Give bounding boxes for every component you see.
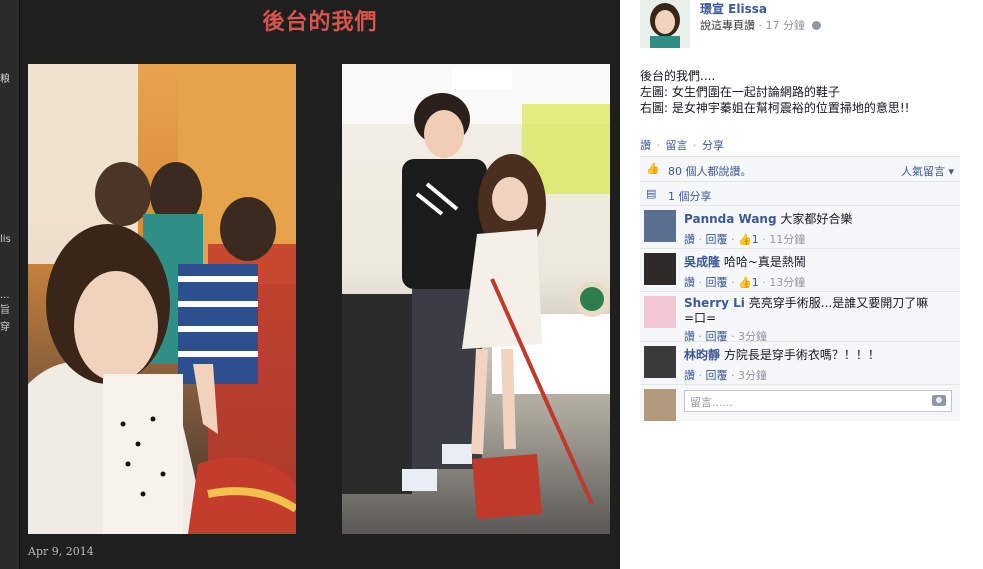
meta-separator: · <box>758 19 763 32</box>
shares-row[interactable]: ▤ 1 個分享 <box>640 182 960 206</box>
comment-text: 哈哈~真是熱鬧 <box>723 255 806 269</box>
globe-icon <box>811 21 821 30</box>
post-sidebar: 璟宣 Elissa 說這專頁讚 · 17 分鐘 後台的我們.... 左圖: 女生… <box>620 0 983 569</box>
comment-time[interactable]: 11分鐘 <box>769 233 805 246</box>
photo-stage[interactable]: 後台的我們 Apr 9, 2014 <box>20 0 620 569</box>
author-avatar[interactable] <box>640 0 690 48</box>
action-separator: · <box>656 139 661 152</box>
comment-like-count[interactable]: 1 <box>752 233 759 246</box>
comment-like-link[interactable]: 讚 <box>684 276 695 289</box>
post-actions: 讚 · 留言 · 分享 <box>640 137 724 153</box>
comment-sort-label: 人氣留言 <box>900 165 945 178</box>
action-separator: · <box>693 139 697 152</box>
meta-separator: · <box>731 233 735 246</box>
underlay-fragment: lis <box>0 234 11 245</box>
comment-reply-link[interactable]: 回覆 <box>706 369 728 382</box>
comment-reply-link[interactable]: 回覆 <box>706 233 728 246</box>
meta-separator: · <box>698 369 703 382</box>
photo-left-panel <box>28 64 296 534</box>
comment-like-count[interactable]: 1 <box>752 276 759 289</box>
meta-separator: · <box>731 369 735 382</box>
comment-item: 吳成隆 哈哈~真是熱鬧 讚 · 回覆 · 👍1 · 13分鐘 <box>640 249 960 292</box>
commenter-name[interactable]: 吳成隆 <box>684 255 720 269</box>
comment-text: 大家都好合樂 <box>780 212 853 226</box>
camera-icon[interactable] <box>932 395 946 406</box>
commenter-avatar[interactable] <box>644 346 676 378</box>
author-avatar-image <box>640 0 690 48</box>
comment-item: Sherry Li 亮亮穿手術服...是誰又要開刀了嘛 =口= 讚 · 回覆 ·… <box>640 292 960 343</box>
comment-action[interactable]: 留言 <box>666 139 688 152</box>
comment-time[interactable]: 13分鐘 <box>769 276 805 289</box>
background-page: 粮 lis ... 旨 穿 <box>0 0 20 569</box>
comment-composer: 留言...... <box>640 385 960 421</box>
backstage-photo-left <box>28 64 296 534</box>
comment-like-link[interactable]: 讚 <box>684 369 695 382</box>
photo-title: 後台的我們 <box>262 10 378 35</box>
comment-time[interactable]: 3分鐘 <box>738 369 767 382</box>
comment-reply-link[interactable]: 回覆 <box>706 276 728 289</box>
thumbs-up-icon: 👍 <box>738 233 752 246</box>
likes-count-link[interactable]: 80 個人都說讚。 <box>668 165 752 178</box>
viewer-avatar <box>644 389 676 421</box>
comment-text: 方院長是穿手術衣嗎？！！！ <box>723 348 880 362</box>
comment-like-link[interactable]: 讚 <box>684 233 695 246</box>
underlay-fragment: ... <box>0 290 10 301</box>
post-text-line: 後台的我們.... <box>640 69 716 83</box>
comment-meta: 讚 · 回覆 · 3分鐘 <box>684 367 960 383</box>
meta-separator: · <box>698 276 703 289</box>
comment-item: Pannda Wang 大家都好合樂 讚 · 回覆 · 👍1 · 11分鐘 <box>640 206 960 249</box>
author-name-link[interactable]: 璟宣 Elissa <box>700 0 767 17</box>
thumbs-up-icon: 👍 <box>738 276 752 289</box>
commenter-avatar[interactable] <box>644 210 676 242</box>
photo-date: Apr 9, 2014 <box>28 545 94 558</box>
comment-meta: 讚 · 回覆 · 👍1 · 13分鐘 <box>684 274 960 290</box>
comment-text: 亮亮穿手術服...是誰又要開刀了嘛 <box>748 296 929 310</box>
comment-text-continued: =口= <box>684 311 717 325</box>
share-action[interactable]: 分享 <box>702 139 724 152</box>
shares-count-link[interactable]: 1 個分享 <box>668 190 712 203</box>
meta-separator: · <box>698 233 703 246</box>
commenter-avatar[interactable] <box>644 296 676 328</box>
comment-meta: 讚 · 回覆 · 👍1 · 11分鐘 <box>684 231 960 247</box>
thumbs-up-icon: 👍 <box>646 162 660 175</box>
commenter-avatar[interactable] <box>644 253 676 285</box>
post-meta: 說這專頁讚 · 17 分鐘 <box>700 17 821 33</box>
meta-separator: · <box>762 276 766 289</box>
backstage-photo-right <box>342 64 610 519</box>
comment-input[interactable]: 留言...... <box>684 390 952 412</box>
post-text-line: 右圖: 是女神宇蓁姐在幫柯震裕的位置掃地的意思!! <box>640 101 910 115</box>
comment-sort-dropdown[interactable]: 人氣留言 ▾ <box>901 163 954 179</box>
meta-separator: · <box>731 276 735 289</box>
post-time[interactable]: 17 分鐘 <box>766 19 806 32</box>
photo-right-panel <box>342 64 610 534</box>
like-action[interactable]: 讚 <box>640 139 651 152</box>
post-text: 後台的我們.... 左圖: 女生們圍在一起討論網路的鞋子 右圖: 是女神宇蓁姐在… <box>640 68 970 116</box>
meta-separator: · <box>762 233 766 246</box>
chevron-down-icon: ▾ <box>948 165 954 178</box>
post-text-line: 左圖: 女生們圍在一起討論網路的鞋子 <box>640 85 840 99</box>
comment-item: 林昀靜 方院長是穿手術衣嗎？！！！ 讚 · 回覆 · 3分鐘 <box>640 342 960 385</box>
commenter-name[interactable]: Sherry Li <box>684 296 745 310</box>
underlay-fragment: 穿 <box>0 322 10 333</box>
feedback-panel: 👍 80 個人都說讚。 人氣留言 ▾ ▤ 1 個分享 Pannda Wang 大… <box>640 156 960 421</box>
commenter-name[interactable]: Pannda Wang <box>684 212 777 226</box>
commenter-name[interactable]: 林昀靜 <box>684 348 720 362</box>
likes-row: 👍 80 個人都說讚。 人氣留言 ▾ <box>640 157 960 182</box>
underlay-fragment: 粮 <box>0 74 10 85</box>
page-like-link[interactable]: 說這專頁讚 <box>700 19 755 32</box>
underlay-fragment: 旨 <box>0 305 10 316</box>
share-icon: ▤ <box>646 187 657 200</box>
